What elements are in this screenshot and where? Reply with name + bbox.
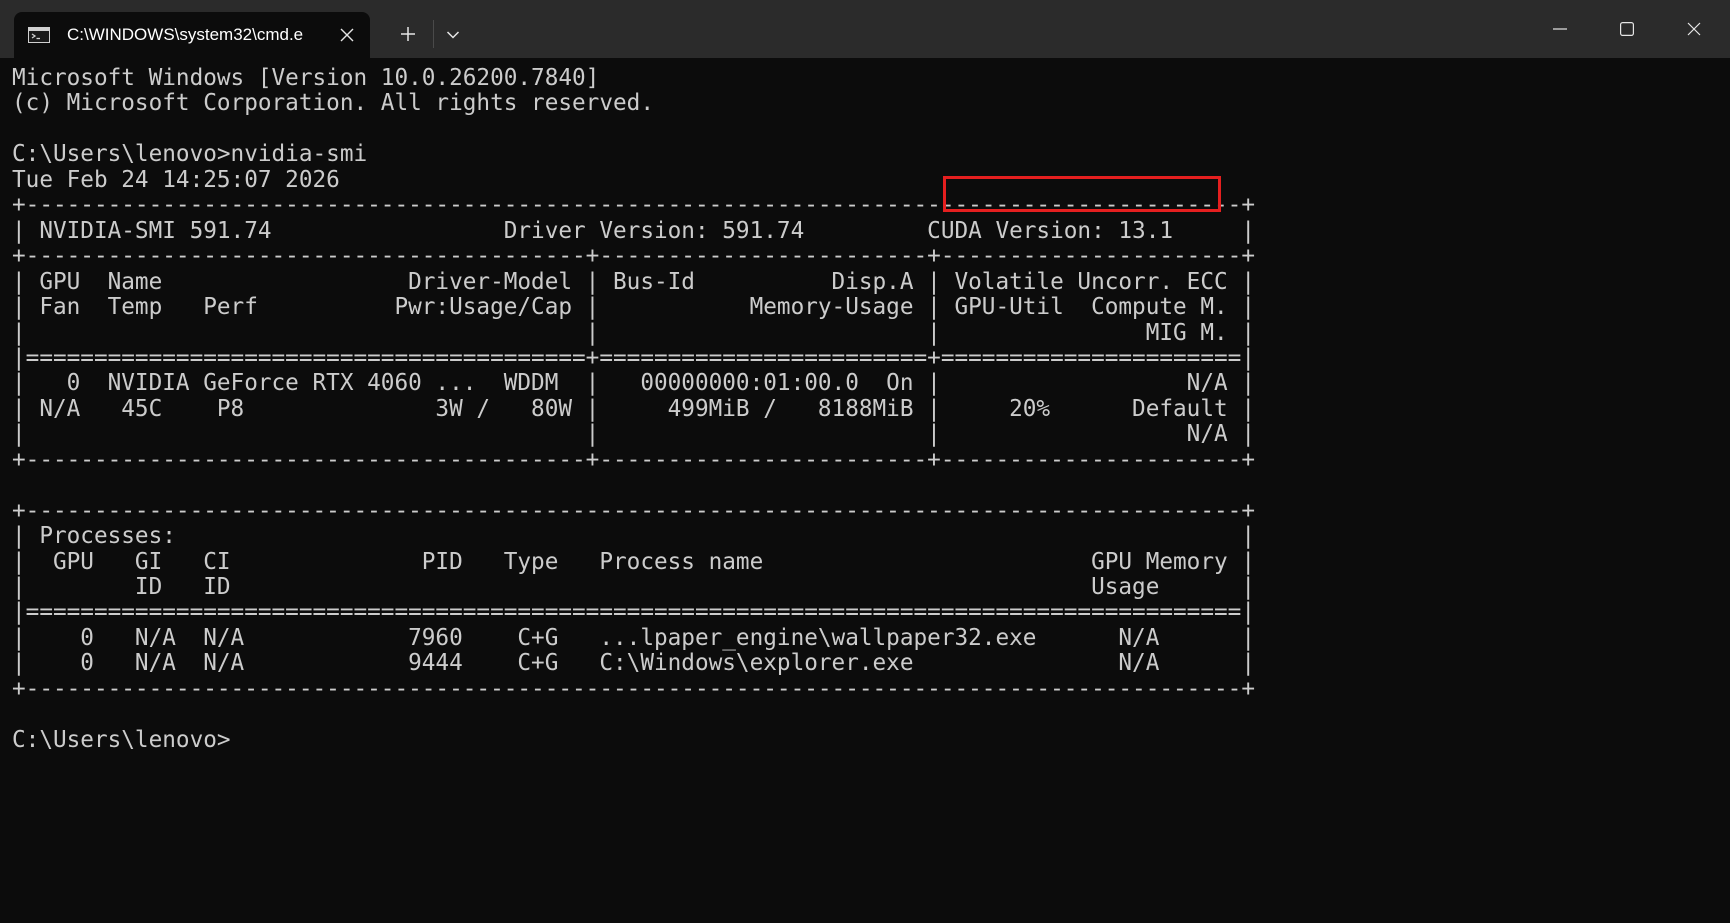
console-line: |=======================================… xyxy=(12,599,1255,626)
console-line: | ID ID Usage | xyxy=(12,574,1255,600)
title-bar[interactable]: C:\WINDOWS\system32\cmd.e xyxy=(0,0,1730,58)
tab-close-button[interactable] xyxy=(335,23,359,47)
console-line: | NVIDIA-SMI 591.74 Driver Version: 591.… xyxy=(12,217,1255,244)
console-line: | | | N/A | xyxy=(12,421,1255,448)
console-line: |=======================================… xyxy=(12,344,1255,371)
window-close-button[interactable] xyxy=(1661,0,1727,58)
tab-dropdown-button[interactable] xyxy=(436,12,470,56)
tab-cmd[interactable]: C:\WINDOWS\system32\cmd.e xyxy=(14,12,370,58)
console-output[interactable]: Microsoft Windows [Version 10.0.26200.78… xyxy=(0,58,1730,923)
console-line: | | | MIG M. | xyxy=(12,319,1255,346)
tab-divider xyxy=(433,20,434,48)
tab-title: C:\WINDOWS\system32\cmd.e xyxy=(67,25,304,44)
console-line: +---------------------------------------… xyxy=(12,497,1255,524)
terminal-icon xyxy=(28,27,50,43)
chevron-down-icon xyxy=(446,30,460,39)
console-line: | Processes: | xyxy=(12,523,1255,550)
console-line: | GPU GI CI PID Type Process name GPU Me… xyxy=(12,548,1255,575)
console-line: | Fan Temp Perf Pwr:Usage/Cap | Memory-U… xyxy=(12,294,1255,321)
console-line: | 0 NVIDIA GeForce RTX 4060 ... WDDM | 0… xyxy=(12,370,1255,397)
minimize-button[interactable] xyxy=(1527,0,1593,58)
console-line: +---------------------------------------… xyxy=(12,243,1255,270)
close-icon xyxy=(1687,22,1701,36)
plus-icon xyxy=(401,27,415,41)
console-line: +---------------------------------------… xyxy=(12,675,1255,702)
close-icon xyxy=(340,28,354,42)
console-line: Tue Feb 24 14:25:07 2026 xyxy=(12,166,340,193)
new-tab-button[interactable] xyxy=(388,12,428,56)
console-line: | 0 N/A N/A 9444 C+G C:\Windows\explorer… xyxy=(12,650,1255,677)
console-line: +---------------------------------------… xyxy=(12,446,1255,473)
minimize-icon xyxy=(1553,28,1567,30)
console-line: C:\Users\lenovo>nvidia-smi xyxy=(12,141,368,168)
maximize-button[interactable] xyxy=(1594,0,1660,58)
console-line: | N/A 45C P8 3W / 80W | 499MiB / 8188MiB… xyxy=(12,395,1255,422)
console-line: | GPU Name Driver-Model | Bus-Id Disp.A … xyxy=(12,268,1255,295)
console-line: C:\Users\lenovo> xyxy=(12,726,231,753)
cuda-version-highlight xyxy=(943,176,1221,212)
console-line: (c) Microsoft Corporation. All rights re… xyxy=(12,90,654,117)
maximize-icon xyxy=(1620,22,1634,36)
console-line: | 0 N/A N/A 7960 C+G ...lpaper_engine\wa… xyxy=(12,624,1255,651)
console-line: Microsoft Windows [Version 10.0.26200.78… xyxy=(12,65,600,91)
terminal-window: C:\WINDOWS\system32\cmd.e Microsoft Wind… xyxy=(0,0,1730,923)
